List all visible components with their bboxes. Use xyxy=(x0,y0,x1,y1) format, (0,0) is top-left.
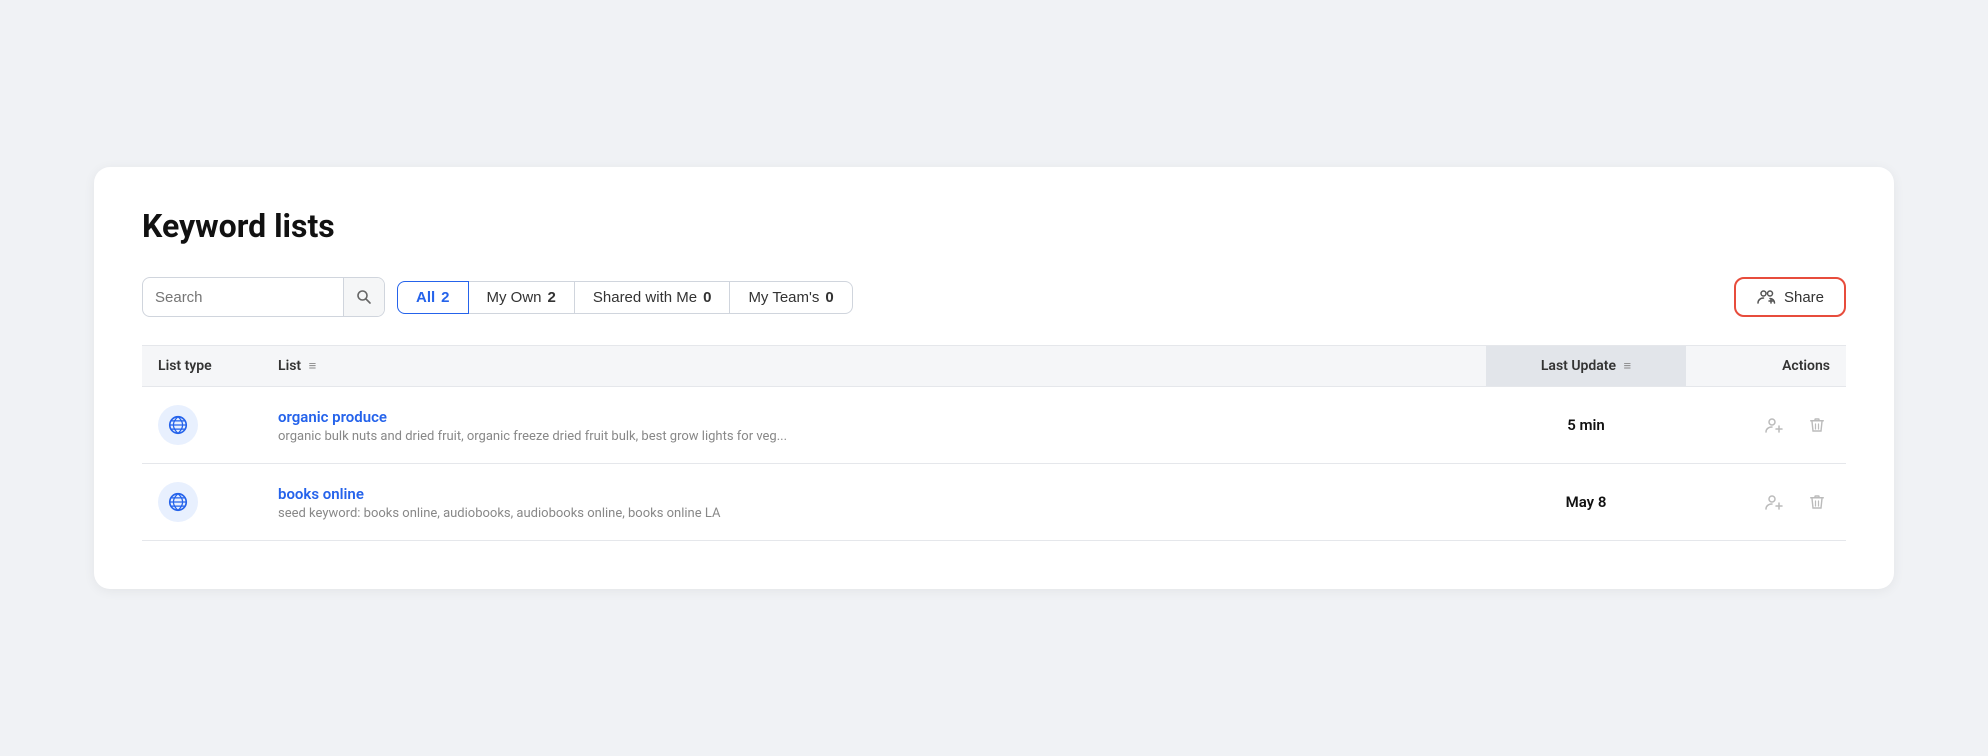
row1-actions-cell xyxy=(1686,387,1846,464)
col-header-last-update: Last Update ≡ xyxy=(1486,346,1686,387)
filter-tab-all[interactable]: All 2 xyxy=(397,281,469,314)
row2-list-name[interactable]: books online xyxy=(278,485,364,503)
search-wrapper xyxy=(142,277,385,317)
share-button-label: Share xyxy=(1784,289,1824,306)
main-card: Keyword lists All 2 My Own xyxy=(94,167,1894,589)
filter-tab-shared-with-me[interactable]: Shared with Me 0 xyxy=(575,281,731,314)
row2-share-action[interactable] xyxy=(1760,488,1788,516)
row2-last-update: May 8 xyxy=(1486,464,1686,541)
filter-my-own-count: 2 xyxy=(548,289,556,306)
filter-all-count: 2 xyxy=(441,289,449,306)
search-icon xyxy=(356,289,372,305)
row2-delete-action[interactable] xyxy=(1804,489,1830,515)
trash-icon xyxy=(1808,416,1826,434)
toolbar-left: All 2 My Own 2 Shared with Me 0 My Team'… xyxy=(142,277,853,317)
search-button[interactable] xyxy=(343,278,384,316)
row2-actions-cell xyxy=(1686,464,1846,541)
table-row: books online seed keyword: books online,… xyxy=(142,464,1846,541)
add-user-icon xyxy=(1764,415,1784,435)
row1-share-action[interactable] xyxy=(1760,411,1788,439)
row2-list-desc: seed keyword: books online, audiobooks, … xyxy=(278,506,1470,521)
share-button[interactable]: Share xyxy=(1734,277,1846,317)
update-sort-icon[interactable]: ≡ xyxy=(1624,358,1632,374)
add-user-icon xyxy=(1764,492,1784,512)
col-header-list-type: List type xyxy=(142,346,262,387)
row2-type-cell xyxy=(142,464,262,541)
row1-list-name[interactable]: organic produce xyxy=(278,408,387,426)
filter-shared-count: 0 xyxy=(703,289,711,306)
trash-icon xyxy=(1808,493,1826,511)
col-header-list: List ≡ xyxy=(262,346,1486,387)
keyword-list-icon xyxy=(167,414,189,436)
row1-last-update: 5 min xyxy=(1486,387,1686,464)
row1-list-cell: organic produce organic bulk nuts and dr… xyxy=(262,387,1486,464)
table-header: List type List ≡ Last Update ≡ Actions xyxy=(142,346,1846,387)
filter-my-own-label: My Own xyxy=(487,289,542,306)
col-header-actions: Actions xyxy=(1686,346,1846,387)
table-body: organic produce organic bulk nuts and dr… xyxy=(142,387,1846,541)
row2-list-icon xyxy=(158,482,198,522)
keyword-list-icon xyxy=(167,491,189,513)
row1-list-desc: organic bulk nuts and dried fruit, organ… xyxy=(278,429,1470,444)
filter-all-label: All xyxy=(416,289,435,306)
row2-list-cell: books online seed keyword: books online,… xyxy=(262,464,1486,541)
filter-teams-label: My Team's xyxy=(748,289,819,306)
page-title: Keyword lists xyxy=(142,207,1846,245)
filter-tab-my-own[interactable]: My Own 2 xyxy=(469,281,575,314)
filter-tabs: All 2 My Own 2 Shared with Me 0 My Team'… xyxy=(397,281,853,314)
table-row: organic produce organic bulk nuts and dr… xyxy=(142,387,1846,464)
search-input[interactable] xyxy=(143,289,343,306)
filter-tab-my-teams[interactable]: My Team's 0 xyxy=(730,281,852,314)
row1-list-icon xyxy=(158,405,198,445)
row1-delete-action[interactable] xyxy=(1804,412,1830,438)
filter-shared-label: Shared with Me xyxy=(593,289,697,306)
list-sort-icon[interactable]: ≡ xyxy=(309,358,317,374)
share-people-icon xyxy=(1756,287,1776,307)
keyword-table: List type List ≡ Last Update ≡ Actions xyxy=(142,345,1846,541)
filter-teams-count: 0 xyxy=(825,289,833,306)
row1-type-cell xyxy=(142,387,262,464)
toolbar: All 2 My Own 2 Shared with Me 0 My Team'… xyxy=(142,277,1846,317)
